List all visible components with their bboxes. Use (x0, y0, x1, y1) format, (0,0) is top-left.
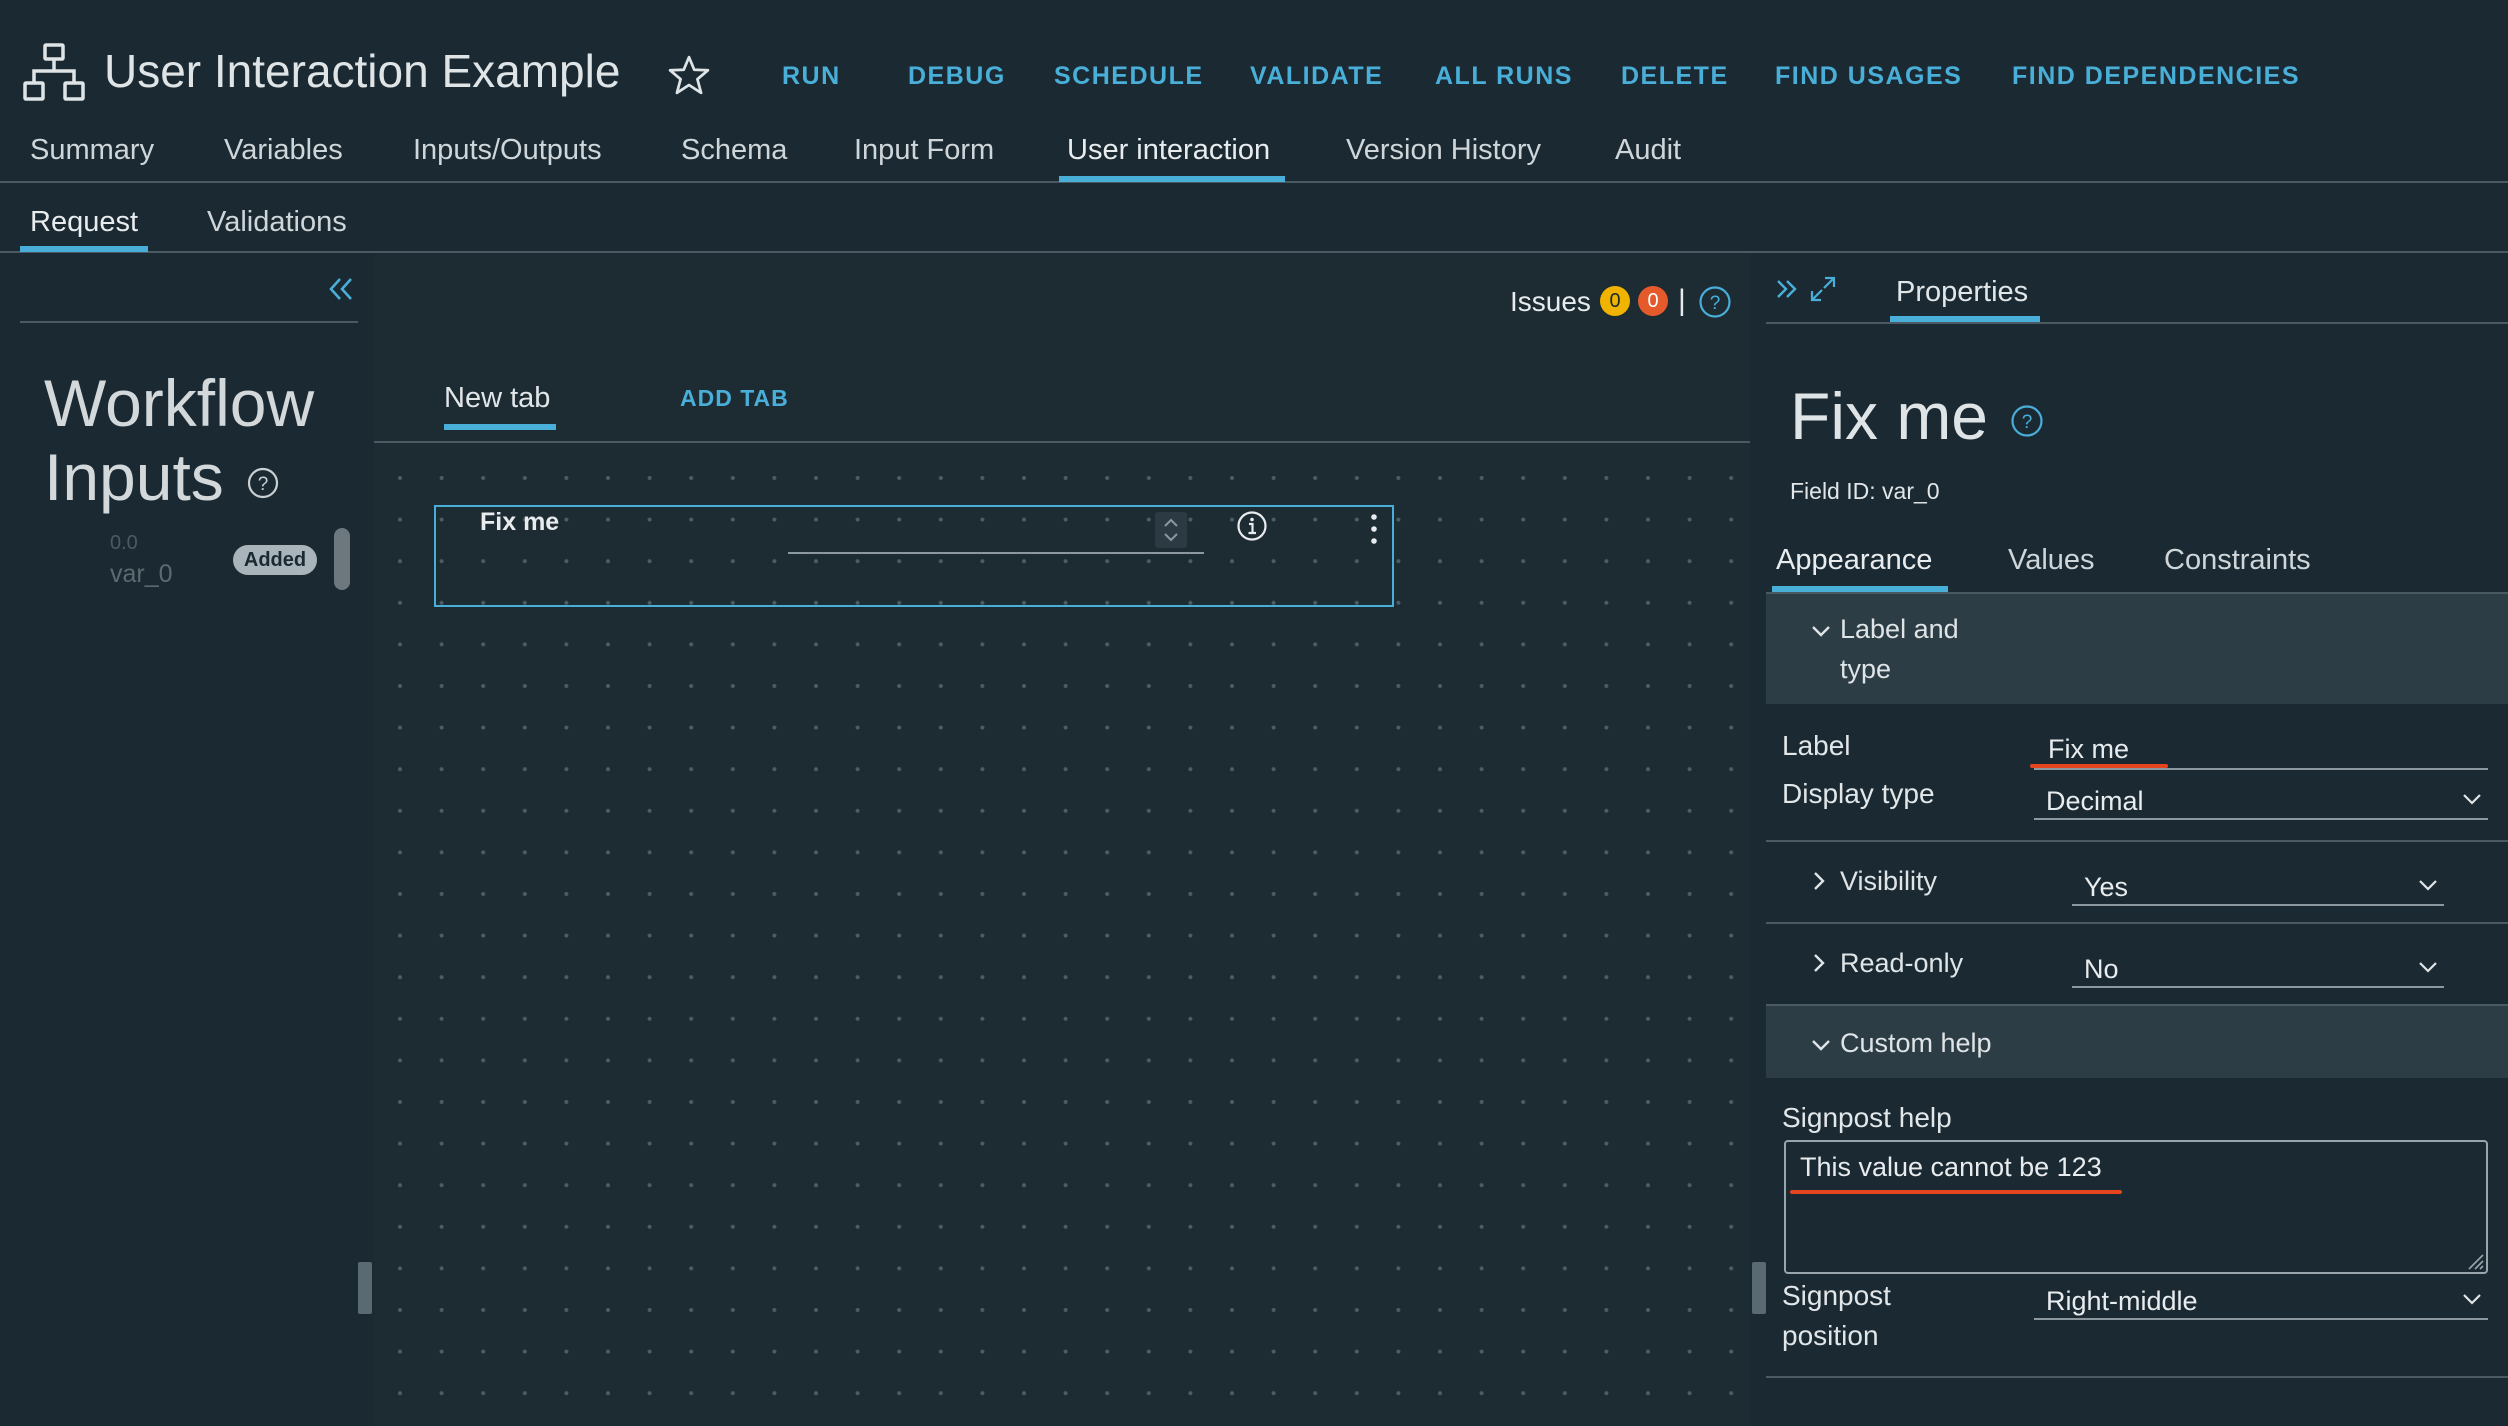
signpost-help-value: This value cannot be 123 (1800, 1152, 2102, 1182)
find-dependencies-button[interactable]: FIND DEPENDENCIES (2012, 62, 2300, 91)
visibility-label: Visibility (1840, 866, 1938, 896)
read-only-value: No (2084, 954, 2119, 984)
chevron-down-icon (2419, 962, 2437, 973)
chevron-down-icon (1812, 626, 1830, 637)
field-title: Fix me (1790, 379, 1988, 453)
maximize-icon[interactable] (1808, 274, 1838, 304)
display-type-title: Display type (1782, 778, 1935, 809)
left-scrollbar[interactable] (334, 528, 350, 590)
workflow-inputs-title: Workflow Inputs (44, 366, 315, 514)
help-icon[interactable]: ? (1698, 285, 1732, 319)
svg-text:?: ? (1710, 293, 1721, 314)
run-button[interactable]: RUN (782, 62, 841, 91)
row-divider (1766, 1376, 2508, 1378)
errors-count-badge[interactable]: 0 (1638, 286, 1668, 316)
validate-button[interactable]: VALIDATE (1250, 62, 1383, 91)
signpost-position-select[interactable]: Right-middle (2034, 1280, 2488, 1320)
workflow-icon (23, 43, 85, 101)
right-resize-handle[interactable] (1752, 1262, 1766, 1314)
header: User Interaction Example RUN DEBUG SCHED… (0, 0, 2508, 166)
tab-constraints[interactable]: Constraints (2164, 544, 2311, 577)
all-runs-button[interactable]: ALL RUNS (1435, 62, 1573, 91)
section-label: Label and (1840, 614, 1959, 644)
main-tab-active-indicator (1059, 176, 1285, 182)
section-label: Custom help (1840, 1028, 1992, 1058)
annotation-underline (1790, 1190, 2122, 1194)
label-field-title: Label (1782, 730, 1851, 761)
tab-request[interactable]: Request (30, 206, 138, 239)
add-tab-button[interactable]: ADD TAB (680, 385, 789, 412)
collapse-right-icon[interactable] (1774, 276, 1800, 302)
page-title: User Interaction Example (104, 45, 621, 97)
chevron-down-icon (1812, 1040, 1830, 1051)
tab-version-history[interactable]: Version History (1346, 134, 1541, 167)
tab-new-tab[interactable]: New tab (444, 382, 550, 415)
section-label: type (1840, 654, 1892, 684)
decimal-input[interactable] (788, 510, 1204, 554)
svg-text:?: ? (2022, 412, 2033, 433)
tab-audit[interactable]: Audit (1615, 134, 1681, 167)
label-and-type-section-header[interactable] (1766, 594, 2508, 704)
tab-properties[interactable]: Properties (1896, 276, 2028, 309)
signpost-position-title: position (1782, 1320, 1879, 1351)
read-only-label: Read-only (1840, 948, 1964, 978)
left-panel-divider (20, 321, 358, 323)
issues-separator: | (1678, 284, 1686, 317)
sub-tab-active-indicator (20, 246, 148, 252)
warnings-count-badge[interactable]: 0 (1600, 286, 1630, 316)
svg-text:?: ? (258, 474, 269, 495)
tab-appearance[interactable]: Appearance (1776, 544, 1932, 577)
chevron-down-icon (2419, 880, 2437, 891)
number-spinner-icon[interactable] (1155, 512, 1187, 548)
tab-variables[interactable]: Variables (224, 134, 343, 167)
tab-inputs-outputs[interactable]: Inputs/Outputs (413, 134, 602, 167)
canvas-tabs-divider (374, 441, 1750, 443)
visibility-value: Yes (2084, 872, 2129, 902)
tab-input-form[interactable]: Input Form (854, 134, 994, 167)
tab-validations[interactable]: Validations (207, 206, 347, 239)
tab-user-interaction[interactable]: User interaction (1067, 134, 1270, 167)
favorite-star-icon[interactable] (668, 54, 710, 96)
signpost-position-title: Signpost (1782, 1280, 1891, 1311)
variable-name[interactable]: var_0 (110, 560, 173, 589)
field-id: Field ID: var_0 (1790, 478, 1940, 504)
chevron-down-icon (2463, 1294, 2481, 1305)
chevron-right-icon[interactable] (1808, 952, 1830, 974)
issues-label: Issues (1510, 286, 1591, 317)
find-usages-button[interactable]: FIND USAGES (1775, 62, 1962, 91)
variable-version: 0.0 (110, 532, 138, 554)
help-icon[interactable]: ? (2010, 404, 2044, 438)
canvas-tab-active-indicator (444, 424, 556, 430)
delete-button[interactable]: DELETE (1621, 62, 1729, 91)
tab-schema[interactable]: Schema (681, 134, 787, 167)
more-options-icon[interactable] (1368, 512, 1380, 546)
collapse-left-icon[interactable] (324, 272, 358, 306)
help-icon[interactable]: ? (246, 466, 280, 500)
left-resize-handle[interactable] (358, 1262, 372, 1314)
display-type-select[interactable]: Decimal (2034, 780, 2488, 820)
signpost-help-textarea[interactable]: This value cannot be 123 (1784, 1140, 2488, 1274)
info-icon[interactable] (1236, 510, 1268, 542)
textarea-resize-icon[interactable] (2466, 1252, 2484, 1270)
visibility-select[interactable]: Yes (2072, 866, 2444, 906)
chevron-down-icon (2463, 794, 2481, 805)
debug-button[interactable]: DEBUG (908, 62, 1006, 91)
signpost-help-title: Signpost help (1782, 1102, 1952, 1133)
tab-values[interactable]: Values (2008, 544, 2095, 577)
form-field-label: Fix me (480, 508, 560, 536)
annotation-underline (2030, 764, 2168, 768)
chevron-right-icon[interactable] (1808, 870, 1830, 892)
properties-tabs-divider (1766, 322, 2508, 324)
status-badge: Added (233, 545, 317, 575)
tab-summary[interactable]: Summary (30, 134, 154, 167)
label-input-value: Fix me (2048, 734, 2129, 764)
row-divider (1766, 922, 2508, 924)
display-type-value: Decimal (2046, 786, 2144, 816)
read-only-select[interactable]: No (2072, 948, 2444, 988)
signpost-position-value: Right-middle (2046, 1286, 2198, 1316)
row-divider (1766, 840, 2508, 842)
schedule-button[interactable]: SCHEDULE (1054, 62, 1204, 91)
